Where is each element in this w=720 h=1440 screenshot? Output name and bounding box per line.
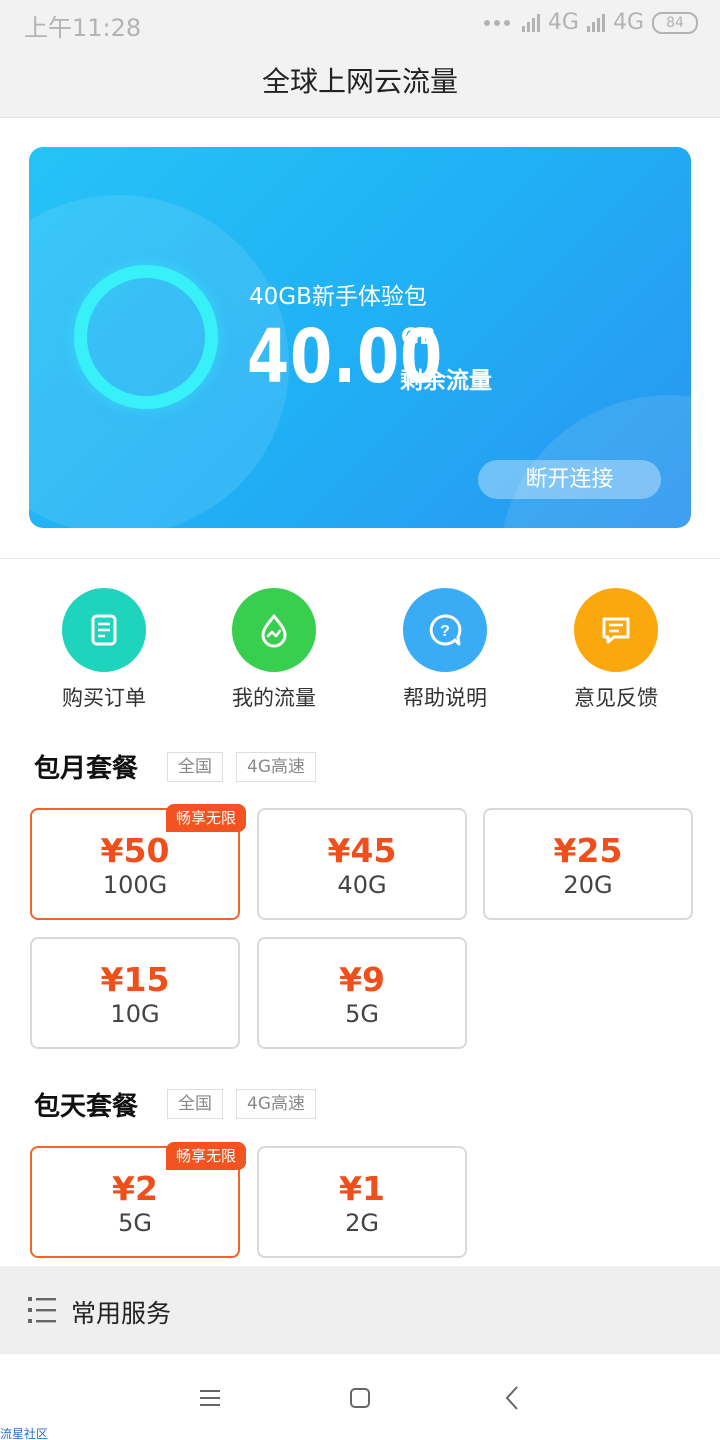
signal-icon xyxy=(521,13,540,32)
monthly-section-title: 包月套餐 xyxy=(34,754,139,784)
quick-action-label: 意见反馈 xyxy=(574,686,658,710)
tag-4g-speed: 4G高速 xyxy=(236,752,316,782)
plan-price: ¥1 xyxy=(339,1169,385,1208)
system-nav-bar xyxy=(0,1354,720,1440)
plan-data: 2G xyxy=(345,1209,379,1237)
unlimited-badge: 畅享无限 xyxy=(165,1142,246,1170)
plan-price: ¥45 xyxy=(327,831,397,870)
quick-action-label: 帮助说明 xyxy=(403,686,487,710)
page-title: 全球上网云流量 xyxy=(261,65,458,98)
status-bar: 上午11:28 4G 4G 84 xyxy=(0,0,720,48)
quick-action-label: 我的流量 xyxy=(232,686,316,710)
list-icon xyxy=(28,1295,56,1329)
remaining-data-unit: GB xyxy=(401,325,436,350)
home-icon[interactable] xyxy=(344,1382,376,1414)
plan-data: 5G xyxy=(118,1209,152,1237)
quick-action-my-data[interactable]: 我的流量 xyxy=(204,588,344,712)
quick-action-help[interactable]: ? 帮助说明 xyxy=(375,588,515,712)
battery-icon: 84 xyxy=(652,11,698,34)
more-dots-icon xyxy=(483,19,510,26)
plan-price: ¥9 xyxy=(339,960,385,999)
plan-price: ¥15 xyxy=(100,960,170,999)
watermark-text: 流星社区 xyxy=(0,1427,49,1440)
remaining-data-label: 剩余流量 xyxy=(400,368,492,394)
help-bubble-icon: ? xyxy=(403,588,487,672)
daily-section-title: 包天套餐 xyxy=(34,1092,139,1122)
plan-data: 5G xyxy=(345,1000,379,1028)
plan-price: ¥50 xyxy=(100,831,170,870)
feedback-bubble-icon xyxy=(574,588,658,672)
plan-card-daily-2[interactable]: 畅享无限 ¥2 5G xyxy=(30,1142,246,1258)
network-type-1: 4G xyxy=(547,10,579,35)
plan-data: 100G xyxy=(102,871,168,899)
status-time: 上午11:28 xyxy=(24,14,142,42)
plan-price: ¥2 xyxy=(112,1169,158,1208)
quick-action-feedback[interactable]: 意见反馈 xyxy=(546,588,686,712)
document-icon xyxy=(62,588,146,672)
tag-4g-speed: 4G高速 xyxy=(236,1089,316,1119)
quick-action-label: 购买订单 xyxy=(62,686,146,710)
signal-icon-2 xyxy=(586,13,605,32)
back-icon[interactable] xyxy=(496,1382,528,1414)
plan-card-monthly-50[interactable]: 畅享无限 ¥50 100G xyxy=(30,804,246,920)
plan-card-monthly-45[interactable]: ¥45 40G xyxy=(257,808,467,920)
package-name: 40GB新手体验包 xyxy=(249,284,427,310)
usage-ring-icon xyxy=(74,265,218,409)
plan-price: ¥25 xyxy=(553,831,623,870)
svg-text:?: ? xyxy=(440,623,450,640)
network-type-2: 4G xyxy=(612,10,644,35)
plan-card-monthly-9[interactable]: ¥9 5G xyxy=(257,937,467,1049)
plan-card-monthly-25[interactable]: ¥25 20G xyxy=(483,808,693,920)
unlimited-badge: 畅享无限 xyxy=(165,804,246,832)
title-bar: 全球上网云流量 xyxy=(0,48,720,118)
data-usage-card: 40GB新手体验包 40.00 GB 剩余流量 断开连接 xyxy=(29,147,691,528)
divider xyxy=(0,558,720,559)
plan-card-daily-1[interactable]: ¥1 2G xyxy=(257,1146,467,1258)
plan-data: 20G xyxy=(563,871,613,899)
quick-action-orders[interactable]: 购买订单 xyxy=(34,588,174,712)
tag-nationwide: 全国 xyxy=(167,752,223,782)
plan-data: 40G xyxy=(337,871,387,899)
common-services-label: 常用服务 xyxy=(71,1299,172,1328)
plan-data: 10G xyxy=(110,1000,160,1028)
disconnect-button[interactable]: 断开连接 xyxy=(478,460,661,499)
status-indicators: 4G 4G 84 xyxy=(483,10,698,35)
plan-card-monthly-15[interactable]: ¥15 10G xyxy=(30,937,240,1049)
droplet-chart-icon xyxy=(232,588,316,672)
tag-nationwide: 全国 xyxy=(167,1089,223,1119)
common-services-bar[interactable]: 常用服务 xyxy=(0,1266,720,1354)
menu-icon[interactable] xyxy=(194,1382,226,1414)
